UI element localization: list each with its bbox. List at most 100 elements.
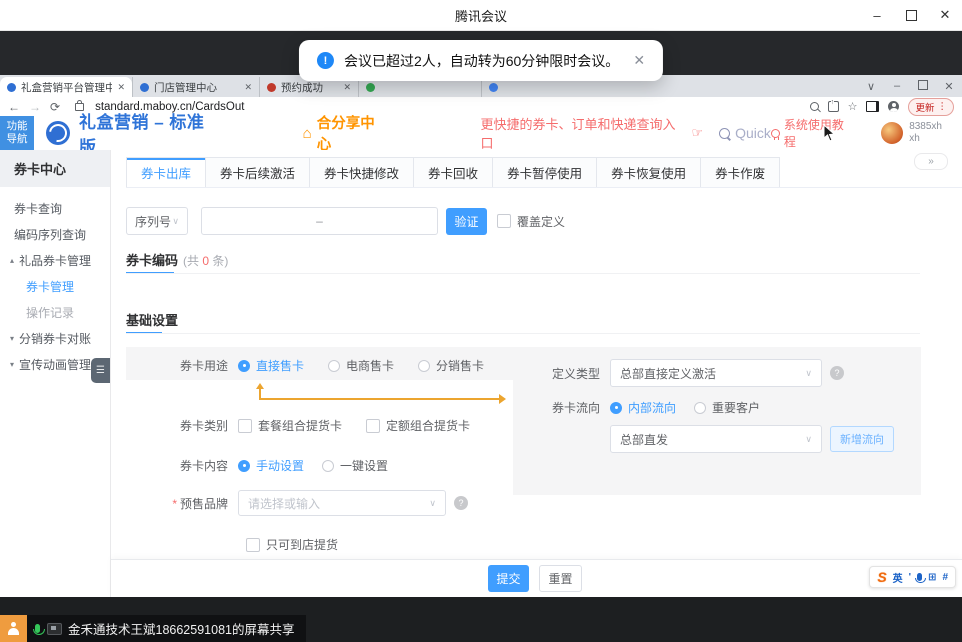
update-button[interactable]: 更新 ⋮ (908, 98, 954, 116)
card-flow-row: 券卡流向 内部流向 重要客户 (548, 399, 784, 416)
ime-mic-icon[interactable] (917, 573, 922, 581)
radio-distribution-sale[interactable]: 分销售卡 (418, 357, 484, 374)
ime-tools-icon[interactable]: # (942, 572, 948, 583)
ime-punct-icon[interactable]: ' (909, 572, 911, 583)
radio-ecommerce-sale[interactable]: 电商售卡 (328, 357, 394, 374)
nav-label-line2: 导航 (7, 133, 28, 146)
define-type-select[interactable]: 总部直接定义激活 ∨ (610, 359, 822, 387)
radio-internal-flow[interactable]: 内部流向 (610, 399, 676, 416)
user-menu[interactable]: 8385xh xh (881, 121, 942, 145)
toast-close-icon[interactable]: ✕ (633, 52, 645, 69)
checkbox-package-combo-card[interactable]: 套餐组合提货卡 (238, 417, 342, 434)
function-nav-button[interactable]: 功能 导航 (0, 116, 34, 150)
quick-entry-link[interactable]: 更快捷的券卡、订单和快递查询入口 ☞ (480, 114, 703, 152)
user-sub: xh (909, 133, 920, 144)
radio-off-icon[interactable] (328, 360, 340, 372)
tab-card-recycle[interactable]: 券卡回收 (414, 158, 493, 187)
radio-on-icon[interactable] (610, 402, 622, 414)
profile-icon[interactable] (888, 101, 899, 112)
overwrite-option[interactable]: 覆盖定义 (497, 213, 565, 230)
sidebar-item-card-query[interactable]: 券卡查询 (0, 195, 110, 221)
sidebar-group-gift-card-management[interactable]: ▴ 礼品券卡管理 (0, 247, 110, 273)
minimize-icon[interactable]: – (860, 0, 894, 30)
tab-card-outbound[interactable]: 券卡出库 (127, 158, 206, 187)
zoom-icon[interactable] (810, 102, 819, 111)
reset-button[interactable]: 重置 (539, 565, 582, 592)
tab-card-quick-edit[interactable]: 券卡快捷修改 (310, 158, 414, 187)
maximize-icon[interactable] (894, 0, 928, 30)
toast-message: 会议已超过2人，自动转为60分钟限时会议。 (344, 51, 619, 71)
tab-close-icon[interactable]: ✕ (343, 82, 351, 93)
verify-button[interactable]: 验证 (446, 208, 487, 235)
checkbox-icon[interactable] (238, 419, 252, 433)
serial-type-select[interactable]: 序列号 ∨ (126, 207, 188, 235)
serial-range-input[interactable] (201, 207, 438, 235)
mouse-cursor (823, 124, 835, 142)
tab-card-restore[interactable]: 券卡恢复使用 (597, 158, 701, 187)
share-icon[interactable] (828, 101, 839, 112)
triangle-down-icon: ▾ (10, 360, 14, 369)
radio-off-icon[interactable] (694, 402, 706, 414)
submit-button[interactable]: 提交 (488, 565, 529, 592)
tab-card-void[interactable]: 券卡作废 (701, 158, 779, 187)
browser-close-icon[interactable]: ✕ (936, 80, 962, 93)
radio-off-icon[interactable] (418, 360, 430, 372)
radio-on-icon[interactable] (238, 460, 250, 472)
tab-search-chevron-icon[interactable]: ∨ (858, 80, 884, 93)
browser-tab-1[interactable]: 礼盒营销平台管理中心 ✕ (0, 77, 132, 97)
browser-maximize-icon[interactable] (910, 80, 936, 93)
overwrite-checkbox[interactable] (497, 214, 511, 228)
sidebar-item-operation-log[interactable]: 操作记录 (0, 299, 110, 325)
select-value: 序列号 (135, 213, 171, 230)
add-flow-button[interactable]: 新增流向 (830, 426, 894, 452)
back-icon[interactable]: ← (8, 100, 20, 114)
ime-board-icon[interactable]: ⊞ (928, 572, 936, 583)
share-center-link[interactable]: ⌂ 合分享中心 (303, 112, 389, 154)
flow-select[interactable]: 总部直发 ∨ (610, 425, 822, 453)
radio-on-icon[interactable] (238, 360, 250, 372)
checkbox-store-pickup-only[interactable]: 只可到店提货 (246, 536, 338, 553)
radio-off-icon[interactable] (322, 460, 334, 472)
presale-brand-select[interactable]: 请选择或输入 ∨ (238, 490, 446, 516)
sidebar-item-label: 分销券卡对账 (19, 330, 91, 347)
share-center-label: 合分享中心 (317, 112, 389, 154)
browser-tab-2[interactable]: 门店管理中心 ✕ (132, 77, 259, 97)
radio-one-key-setting[interactable]: 一键设置 (322, 457, 388, 474)
tab-close-icon[interactable]: ✕ (117, 82, 125, 93)
help-icon[interactable]: ? (830, 366, 844, 380)
bookmark-star-icon[interactable]: ☆ (848, 100, 858, 113)
sidebar-item-code-sequence-query[interactable]: 编码序列查询 (0, 221, 110, 247)
ime-toolbar[interactable]: S 英 ' ⊞ # (869, 566, 956, 588)
radio-direct-sale[interactable]: 直接售卡 (238, 357, 304, 374)
side-panel-icon[interactable] (866, 101, 879, 112)
radio-manual-setting[interactable]: 手动设置 (238, 457, 304, 474)
forward-icon[interactable]: → (29, 100, 41, 114)
checkbox-icon[interactable] (366, 419, 380, 433)
serial-search-row: 序列号 ∨ 验证 覆盖定义 (126, 207, 565, 235)
sidebar-item-card-management[interactable]: 券卡管理 (0, 273, 110, 299)
help-icon[interactable]: ? (454, 496, 468, 510)
tutorial-link[interactable]: 系统使用教程 (771, 116, 855, 150)
checkbox-fixed-combo-card[interactable]: 定额组合提货卡 (366, 417, 470, 434)
quick-search-label: Quick (735, 125, 771, 141)
site-favicon (267, 83, 276, 92)
basic-settings-header: 基础设置 (126, 310, 178, 329)
info-icon: ! (317, 52, 334, 69)
mic-icon (35, 624, 40, 633)
tab-label: 券卡恢复使用 (611, 163, 686, 182)
close-icon[interactable]: ✕ (928, 0, 962, 30)
sidebar: 券卡中心 券卡查询 编码序列查询 ▴ 礼品券卡管理 券卡管理 操作记录 ▾ 分销… (0, 150, 111, 597)
browser-minimize-icon[interactable]: – (884, 80, 910, 92)
expand-panel-button[interactable]: » (914, 153, 948, 170)
ime-mode-label[interactable]: 英 (893, 570, 903, 585)
tab-card-activation[interactable]: 券卡后续激活 (206, 158, 310, 187)
sidebar-group-distribution-reconciliation[interactable]: ▾ 分销券卡对账 (0, 325, 110, 351)
tab-close-icon[interactable]: ✕ (244, 82, 252, 93)
radio-important-customer[interactable]: 重要客户 (694, 399, 760, 416)
checkbox-icon[interactable] (246, 538, 260, 552)
sidebar-collapse-handle[interactable]: ☰ (91, 358, 110, 383)
quick-search[interactable]: Quick (719, 125, 771, 141)
tab-card-suspend[interactable]: 券卡暂停使用 (493, 158, 597, 187)
reload-icon[interactable]: ⟳ (50, 100, 60, 114)
card-code-count: (共 0 条) (183, 252, 228, 269)
